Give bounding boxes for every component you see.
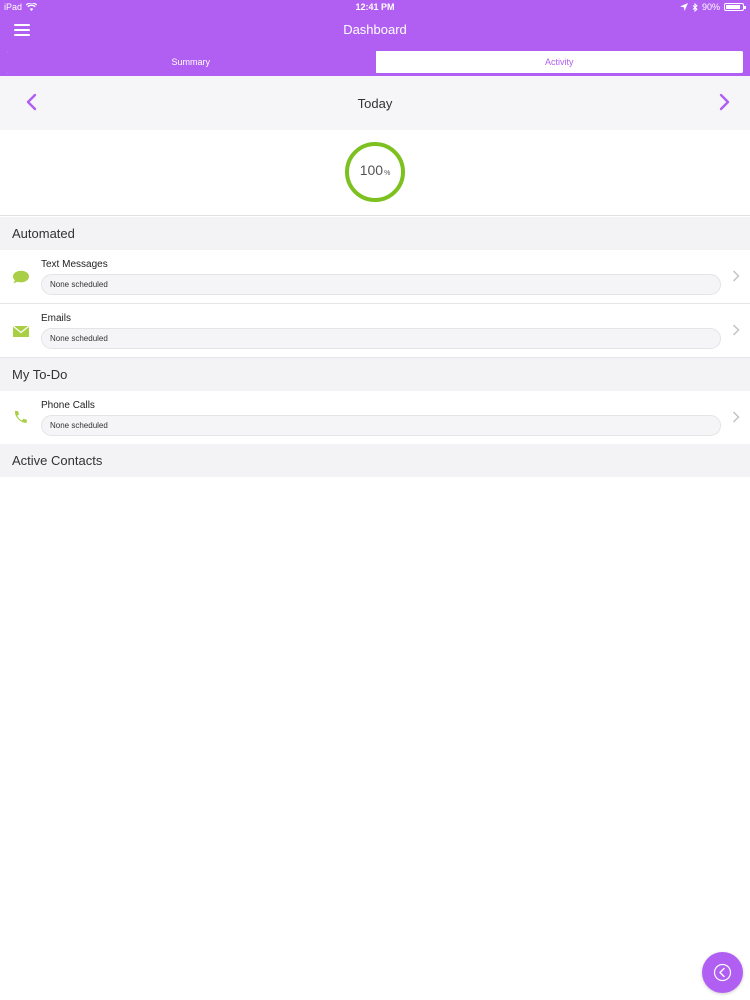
back-fab-button[interactable] <box>702 952 743 993</box>
section-header-automated: Automated <box>0 217 750 250</box>
date-navigation: Today <box>0 76 750 130</box>
progress-area: 100% <box>0 130 750 216</box>
top-bar: iPad 12:41 PM 90% Dashboard Summary Acti… <box>0 0 750 76</box>
circle-chevron-left-icon <box>713 963 732 982</box>
progress-value: 100% <box>343 162 407 178</box>
battery-percent: 90% <box>701 2 720 12</box>
row-title: Emails <box>41 313 72 324</box>
nav-bar: Dashboard <box>0 16 750 46</box>
location-arrow-icon <box>679 3 688 11</box>
list-item-emails[interactable]: Emails None scheduled <box>0 304 750 358</box>
battery-icon <box>724 3 746 11</box>
tab-summary[interactable]: Summary <box>7 51 375 73</box>
status-pill: None scheduled <box>41 274 721 295</box>
chevron-right-icon <box>732 411 740 423</box>
chevron-right-icon <box>732 324 740 336</box>
status-pill: None scheduled <box>41 415 721 436</box>
chat-bubble-icon <box>13 270 29 284</box>
status-bar: iPad 12:41 PM 90% <box>0 0 750 16</box>
progress-unit: % <box>384 170 391 177</box>
envelope-icon <box>12 325 30 337</box>
row-title: Text Messages <box>41 259 108 270</box>
section-header-active-contacts: Active Contacts <box>0 444 750 477</box>
status-right: 90% <box>679 2 746 12</box>
bluetooth-icon <box>692 2 698 12</box>
progress-number: 100 <box>359 162 384 178</box>
list-item-text-messages[interactable]: Text Messages None scheduled <box>0 250 750 304</box>
phone-icon <box>14 411 27 423</box>
section-header-todo: My To-Do <box>0 358 750 391</box>
status-pill: None scheduled <box>41 328 721 349</box>
tab-activity[interactable]: Activity <box>374 51 743 73</box>
list-item-phone-calls[interactable]: Phone Calls None scheduled <box>0 391 750 445</box>
chevron-right-icon[interactable] <box>714 92 734 112</box>
row-title: Phone Calls <box>41 400 95 411</box>
chevron-right-icon <box>732 270 740 282</box>
date-label: Today <box>357 96 393 111</box>
page-title: Dashboard <box>343 22 407 37</box>
view-segmented-control: Summary Activity <box>6 50 744 74</box>
status-time: 12:41 PM <box>355 2 395 12</box>
